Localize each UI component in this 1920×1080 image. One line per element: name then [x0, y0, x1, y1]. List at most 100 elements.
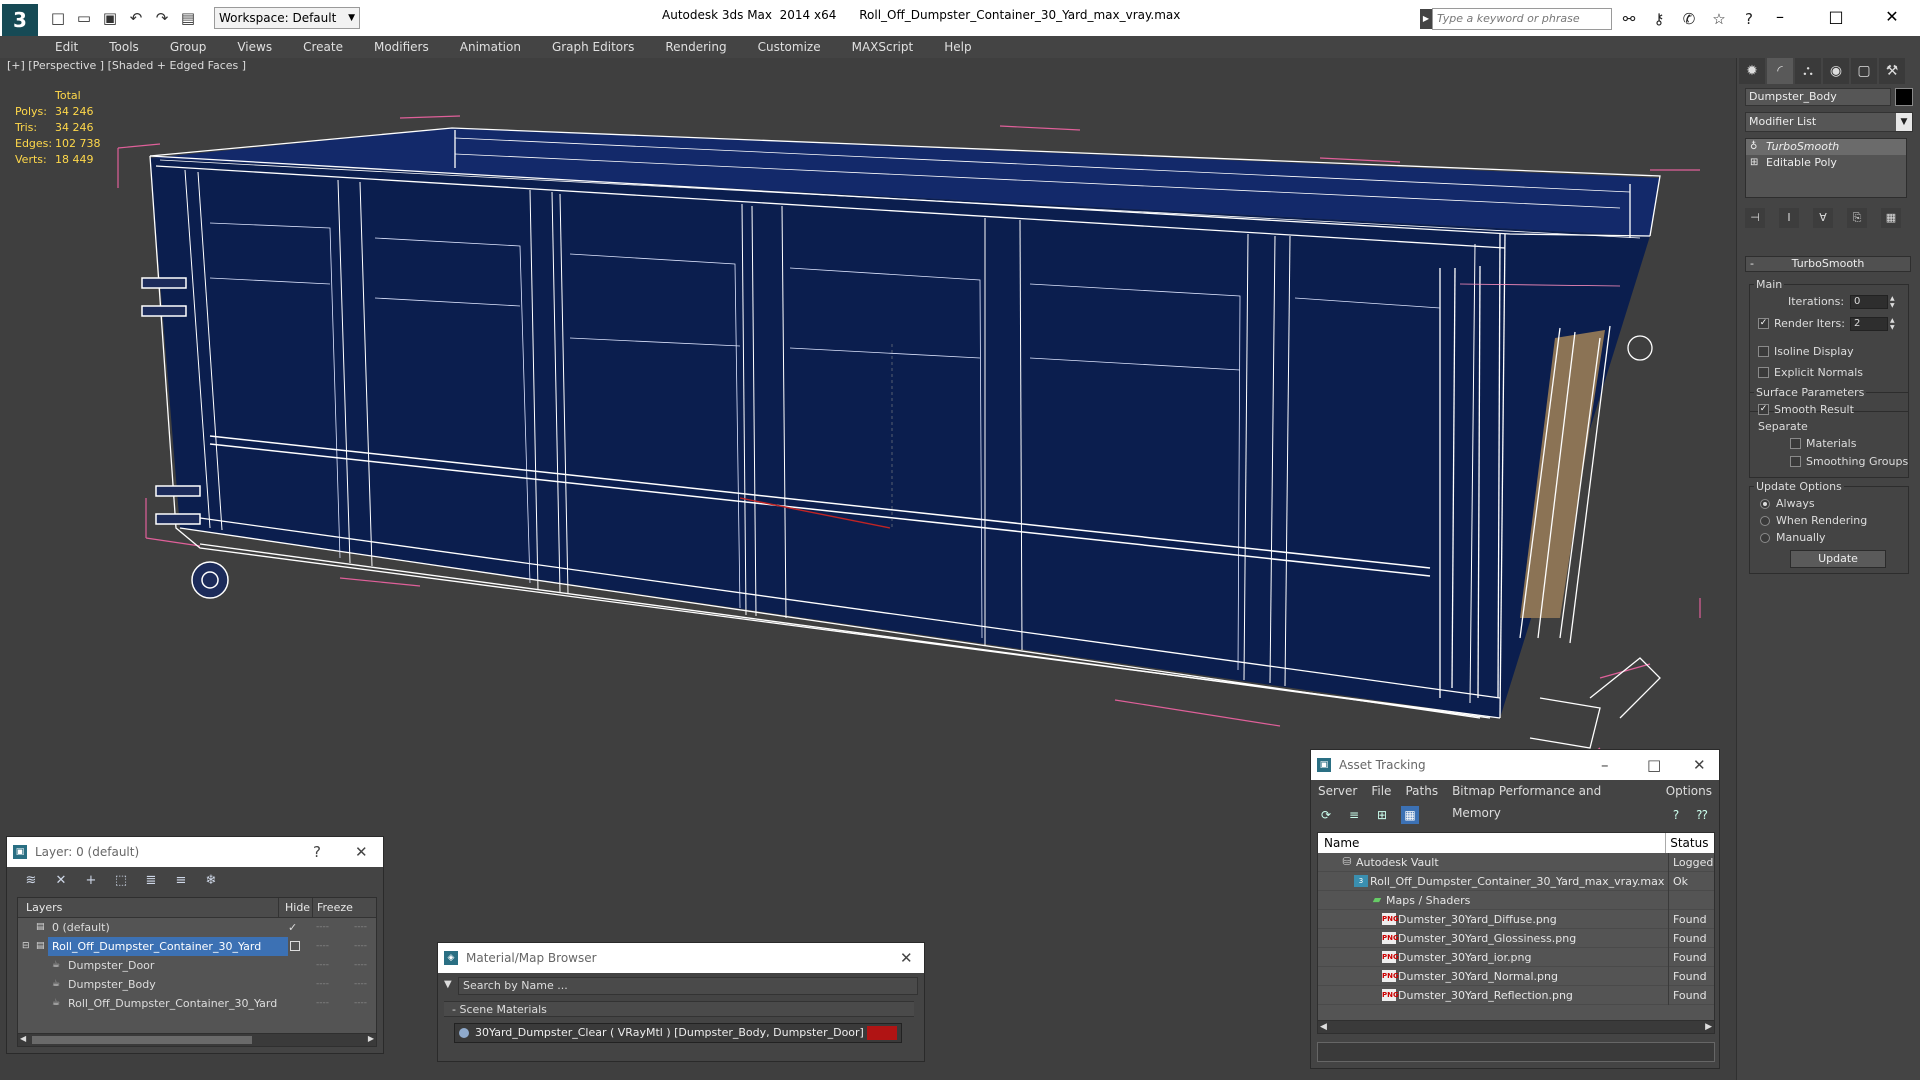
modify-tab-icon[interactable]: ◜ [1767, 58, 1793, 84]
highlight-selected-icon[interactable]: ≣ [141, 871, 161, 891]
search-expand-icon[interactable]: ▶ [1420, 9, 1432, 29]
asset-menu-file[interactable]: File [1364, 780, 1398, 802]
communication-icon[interactable]: ✆ [1678, 8, 1700, 30]
collapse-icon[interactable]: ⊟ [22, 937, 30, 956]
close-icon[interactable]: ✕ [900, 943, 913, 973]
close-icon[interactable]: ✕ [355, 837, 368, 867]
render-iters-spinner[interactable]: 2 [1850, 317, 1888, 331]
object-color-swatch[interactable] [1895, 88, 1913, 106]
material-search-input[interactable]: Search by Name ... [458, 977, 918, 995]
layer-row[interactable]: ☕ Dumpster_Body ---- ---- [18, 975, 376, 994]
search-options-icon[interactable]: ▼ [444, 979, 452, 990]
hide-toggle[interactable]: ---- [316, 956, 329, 975]
search-input[interactable]: Type a keyword or phrase [1432, 8, 1612, 30]
minimize-button[interactable]: – [1752, 0, 1808, 34]
asset-tracking-titlebar[interactable]: ▣ Asset Tracking – □ ✕ [1311, 750, 1719, 780]
help-button[interactable]: ? [313, 837, 321, 867]
menu-create[interactable]: Create [287, 36, 358, 58]
asset-menu-paths[interactable]: Paths [1398, 780, 1445, 802]
freeze-toggle[interactable]: ---- [354, 918, 367, 937]
asset-row-vault[interactable]: ⛁ Autodesk Vault Logged Out [1318, 853, 1714, 872]
material-item[interactable]: 30Yard_Dumpster_Clear ( VRayMtl ) [Dumps… [454, 1023, 902, 1043]
current-layer-check-icon[interactable]: ✓ [288, 918, 297, 937]
expand-plus-icon[interactable]: ⊞ [1750, 155, 1758, 171]
asset-menu-bitmap-performance[interactable]: Bitmap Performance and Memory [1445, 780, 1659, 820]
spinner-arrows-icon[interactable]: ▲ ▼ [1890, 317, 1898, 331]
close-icon[interactable]: ✕ [1693, 750, 1706, 780]
col-name[interactable]: Name [1318, 833, 1667, 853]
redo-icon[interactable]: ↷ [152, 8, 172, 28]
menu-customize[interactable]: Customize [742, 36, 836, 58]
update-button[interactable]: Update [1790, 550, 1886, 568]
asset-path-field[interactable] [1317, 1042, 1715, 1062]
lightbulb-icon[interactable]: ♁ [1750, 139, 1757, 155]
iterations-spinner[interactable]: 0 [1850, 295, 1888, 309]
help-context-icon[interactable]: ⁇ [1693, 806, 1711, 824]
col-layers[interactable]: Layers [18, 898, 278, 917]
explicit-normals-checkbox[interactable] [1758, 367, 1769, 378]
scroll-right-icon[interactable]: ▶ [1705, 1021, 1712, 1033]
new-file-icon[interactable]: □ [48, 8, 68, 28]
make-unique-icon[interactable]: ∀ [1813, 208, 1833, 228]
material-browser-titlebar[interactable]: ◈ Material/Map Browser ✕ [438, 943, 924, 973]
app-logo-button[interactable]: 3 [2, 4, 38, 36]
layer-row[interactable]: ☕ Roll_Off_Dumpster_Container_30_Yard --… [18, 994, 376, 1013]
col-status[interactable]: Status [1666, 833, 1714, 853]
minimize-icon[interactable]: – [1601, 750, 1609, 780]
always-radio[interactable] [1760, 499, 1770, 509]
horizontal-scrollbar[interactable]: ◀ ▶ [17, 1033, 377, 1047]
asset-row-png[interactable]: PNG Dumster_30Yard_Normal.png Found [1318, 967, 1714, 986]
maximize-button[interactable]: □ [1808, 0, 1864, 34]
display-tab-icon[interactable]: ▢ [1851, 58, 1877, 84]
menu-rendering[interactable]: Rendering [649, 36, 741, 58]
close-button[interactable]: ✕ [1864, 0, 1920, 34]
current-layer-box-icon[interactable] [290, 941, 300, 951]
spinner-arrows-icon[interactable]: ▲ ▼ [1890, 295, 1898, 309]
hide-toggle[interactable]: ---- [316, 975, 329, 994]
horizontal-scrollbar[interactable]: ◀ ▶ [1317, 1020, 1715, 1034]
asset-menu-server[interactable]: Server [1311, 780, 1364, 802]
table-view-icon[interactable]: ▦ [1401, 806, 1419, 824]
manually-radio[interactable] [1760, 533, 1770, 543]
open-file-icon[interactable]: ▭ [74, 8, 94, 28]
menu-group[interactable]: Group [154, 36, 222, 58]
col-hide[interactable]: Hide [278, 898, 312, 917]
render-iters-checkbox[interactable]: ✓ [1758, 318, 1769, 329]
hide-toggle[interactable]: ---- [316, 918, 329, 937]
create-tab-icon[interactable]: ✹ [1739, 58, 1765, 84]
asset-row-max-file[interactable]: 3 Roll_Off_Dumpster_Container_30_Yard_ma… [1318, 872, 1714, 891]
hide-all-icon[interactable]: ≡ [171, 871, 191, 891]
asset-row-png[interactable]: PNG Dumster_30Yard_Glossiness.png Found [1318, 929, 1714, 948]
layer-window-titlebar[interactable]: ▣ Layer: 0 (default) ? ✕ [7, 837, 383, 867]
freeze-toggle[interactable]: ---- [354, 994, 367, 1013]
when-rendering-radio[interactable] [1760, 516, 1770, 526]
key-icon[interactable]: ⚷ [1648, 8, 1670, 30]
list-view-icon[interactable]: ≡ [1345, 806, 1363, 824]
layer-settings-icon[interactable]: ≋ [21, 871, 41, 891]
select-objects-icon[interactable]: ⬚ [111, 871, 131, 891]
layer-row[interactable]: ▤ 0 (default) ✓ ---- ---- [18, 918, 376, 937]
refresh-icon[interactable]: ⟳ [1317, 806, 1335, 824]
menu-tools[interactable]: Tools [93, 36, 154, 58]
hide-toggle[interactable]: ---- [316, 994, 329, 1013]
freeze-toggle[interactable]: ---- [354, 956, 367, 975]
scroll-right-icon[interactable]: ▶ [368, 1034, 374, 1043]
undo-icon[interactable]: ↶ [126, 8, 146, 28]
isoline-display-checkbox[interactable] [1758, 346, 1769, 357]
menu-views[interactable]: Views [221, 36, 287, 58]
turbosmooth-rollout-header[interactable]: - TurboSmooth [1745, 256, 1911, 272]
freeze-all-icon[interactable]: ❄ [201, 871, 221, 891]
asset-menu-options[interactable]: Options [1659, 780, 1719, 802]
object-name-field[interactable]: Dumpster_Body [1745, 88, 1891, 106]
stack-item-turbosmooth[interactable]: ♁ TurboSmooth [1746, 139, 1906, 155]
freeze-toggle[interactable]: ---- [354, 937, 367, 956]
configure-sets-icon[interactable]: ▦ [1881, 208, 1901, 228]
binoculars-icon[interactable]: ⚯ [1618, 8, 1640, 30]
scene-materials-section[interactable]: - Scene Materials [444, 1001, 914, 1017]
scroll-left-icon[interactable]: ◀ [1320, 1021, 1327, 1033]
freeze-toggle[interactable]: ---- [354, 975, 367, 994]
menu-animation[interactable]: Animation [444, 36, 536, 58]
smoothing-groups-checkbox[interactable] [1790, 456, 1801, 467]
workspace-dropdown[interactable]: Workspace: Default ▼ [214, 7, 360, 29]
scrollbar-thumb[interactable] [32, 1036, 252, 1044]
